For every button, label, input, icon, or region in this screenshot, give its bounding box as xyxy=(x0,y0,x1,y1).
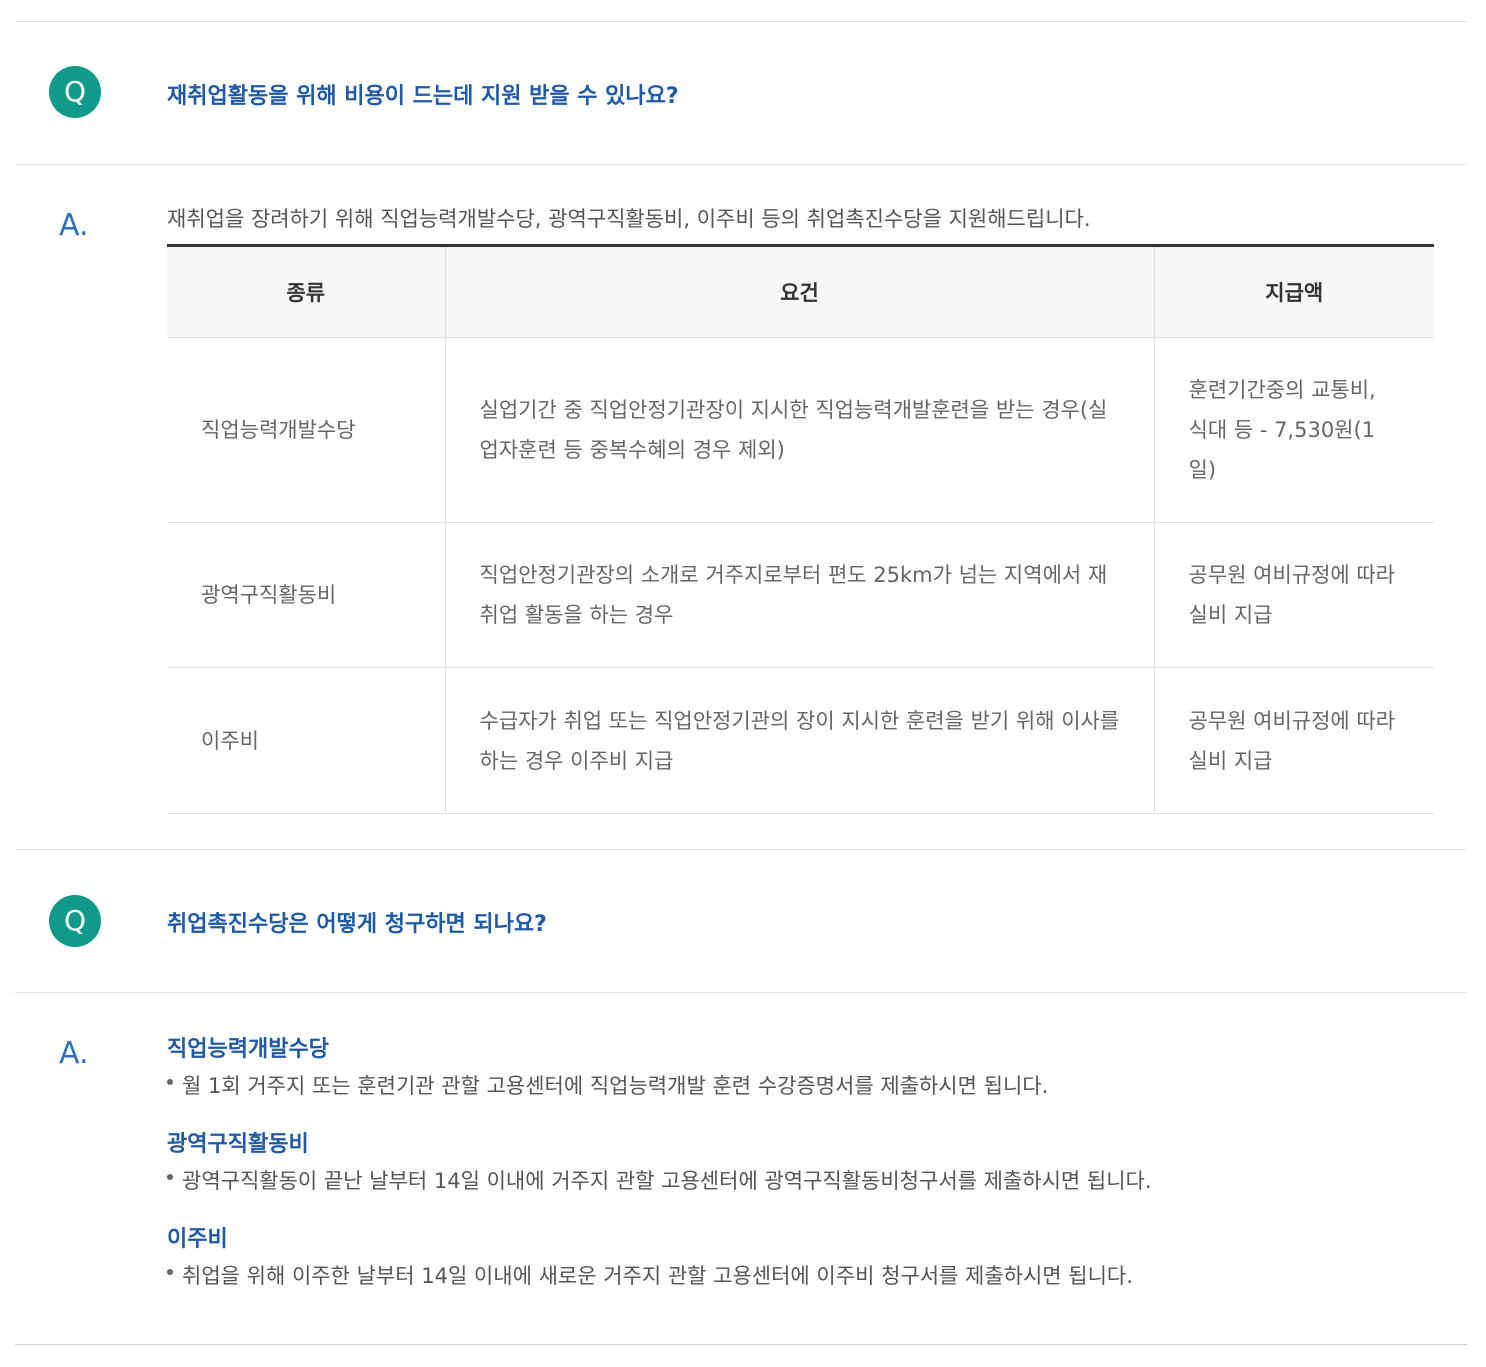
bullet-dot-icon xyxy=(167,1079,173,1085)
claim-item-text: 취업을 위해 이주한 날부터 14일 이내에 새로운 거주지 관할 고용센터에 … xyxy=(167,1260,1133,1290)
table-header-amount: 지급액 xyxy=(1153,245,1434,338)
divider xyxy=(15,849,1467,850)
table-cell-type: 광역구직활동비 xyxy=(167,522,445,668)
table-row: 광역구직활동비 직업안정기관장의 소개로 거주지로부터 편도 25km가 넘는 … xyxy=(167,522,1434,668)
divider xyxy=(15,992,1467,993)
claim-item-title: 직업능력개발수당 xyxy=(167,1037,329,1062)
table-cell-type: 직업능력개발수당 xyxy=(167,337,445,523)
table-cell-type: 이주비 xyxy=(167,667,445,814)
table-cell-amount: 훈련기간중의 교통비, 식대 등 - 7,530원(1일) xyxy=(1153,337,1434,523)
bullet-dot-icon xyxy=(167,1174,173,1180)
divider xyxy=(15,164,1467,165)
table-cell-amount: 공무원 여비규정에 따라 실비 지급 xyxy=(1153,522,1434,668)
answer-1-intro: 재취업을 장려하기 위해 직업능력개발수당, 광역구직활동비, 이주비 등의 취… xyxy=(167,207,1091,231)
question-badge-icon: Q xyxy=(49,66,101,118)
table-cell-requirement: 수급자가 취업 또는 직업안정기관의 장이 지시한 훈련을 받기 위해 이사를 … xyxy=(444,667,1154,814)
table-row: 이주비 수급자가 취업 또는 직업안정기관의 장이 지시한 훈련을 받기 위해 … xyxy=(167,667,1434,814)
faq-page: Q 재취업활동을 위해 비용이 드는데 지원 받을 수 있나요? A. 재취업을… xyxy=(0,0,1486,1367)
question-badge-icon: Q xyxy=(49,895,101,947)
claim-item-text: 광역구직활동이 끝난 날부터 14일 이내에 거주지 관할 고용센터에 광역구직… xyxy=(167,1165,1152,1195)
claim-item-title: 이주비 xyxy=(167,1227,228,1252)
claim-item-text-content: 월 1회 거주지 또는 훈련기관 관할 고용센터에 직업능력개발 훈련 수강증명… xyxy=(182,1074,1049,1098)
claim-item-text-content: 광역구직활동이 끝난 날부터 14일 이내에 거주지 관할 고용센터에 광역구직… xyxy=(182,1169,1152,1193)
divider xyxy=(15,1344,1467,1345)
table-row: 직업능력개발수당 실업기간 중 직업안정기관장이 지시한 직업능력개발훈련을 받… xyxy=(167,337,1434,523)
bullet-dot-icon xyxy=(167,1269,173,1275)
claim-item-text-content: 취업을 위해 이주한 날부터 14일 이내에 새로운 거주지 관할 고용센터에 … xyxy=(182,1264,1133,1288)
question-1-text[interactable]: 재취업활동을 위해 비용이 드는데 지원 받을 수 있나요? xyxy=(167,78,679,110)
table-header-row: 종류 요건 지급액 xyxy=(167,245,1434,338)
claim-item-title: 광역구직활동비 xyxy=(167,1132,309,1157)
table-header-requirement: 요건 xyxy=(444,245,1154,338)
answer-mark: A. xyxy=(59,1036,89,1071)
table-cell-requirement: 실업기간 중 직업안정기관장이 지시한 직업능력개발훈련을 받는 경우(실업자훈… xyxy=(444,337,1154,523)
answer-mark: A. xyxy=(59,208,89,243)
claim-item-text: 월 1회 거주지 또는 훈련기관 관할 고용센터에 직업능력개발 훈련 수강증명… xyxy=(167,1070,1048,1100)
question-2-text[interactable]: 취업촉진수당은 어떻게 청구하면 되나요? xyxy=(167,906,547,938)
table-cell-requirement: 직업안정기관장의 소개로 거주지로부터 편도 25km가 넘는 지역에서 재취업… xyxy=(444,522,1154,668)
table-header-type: 종류 xyxy=(167,245,445,338)
divider xyxy=(15,21,1467,22)
table-cell-amount: 공무원 여비규정에 따라 실비 지급 xyxy=(1153,667,1434,814)
allowance-table: 종류 요건 지급액 직업능력개발수당 실업기간 중 직업안정기관장이 지시한 직… xyxy=(167,244,1434,814)
